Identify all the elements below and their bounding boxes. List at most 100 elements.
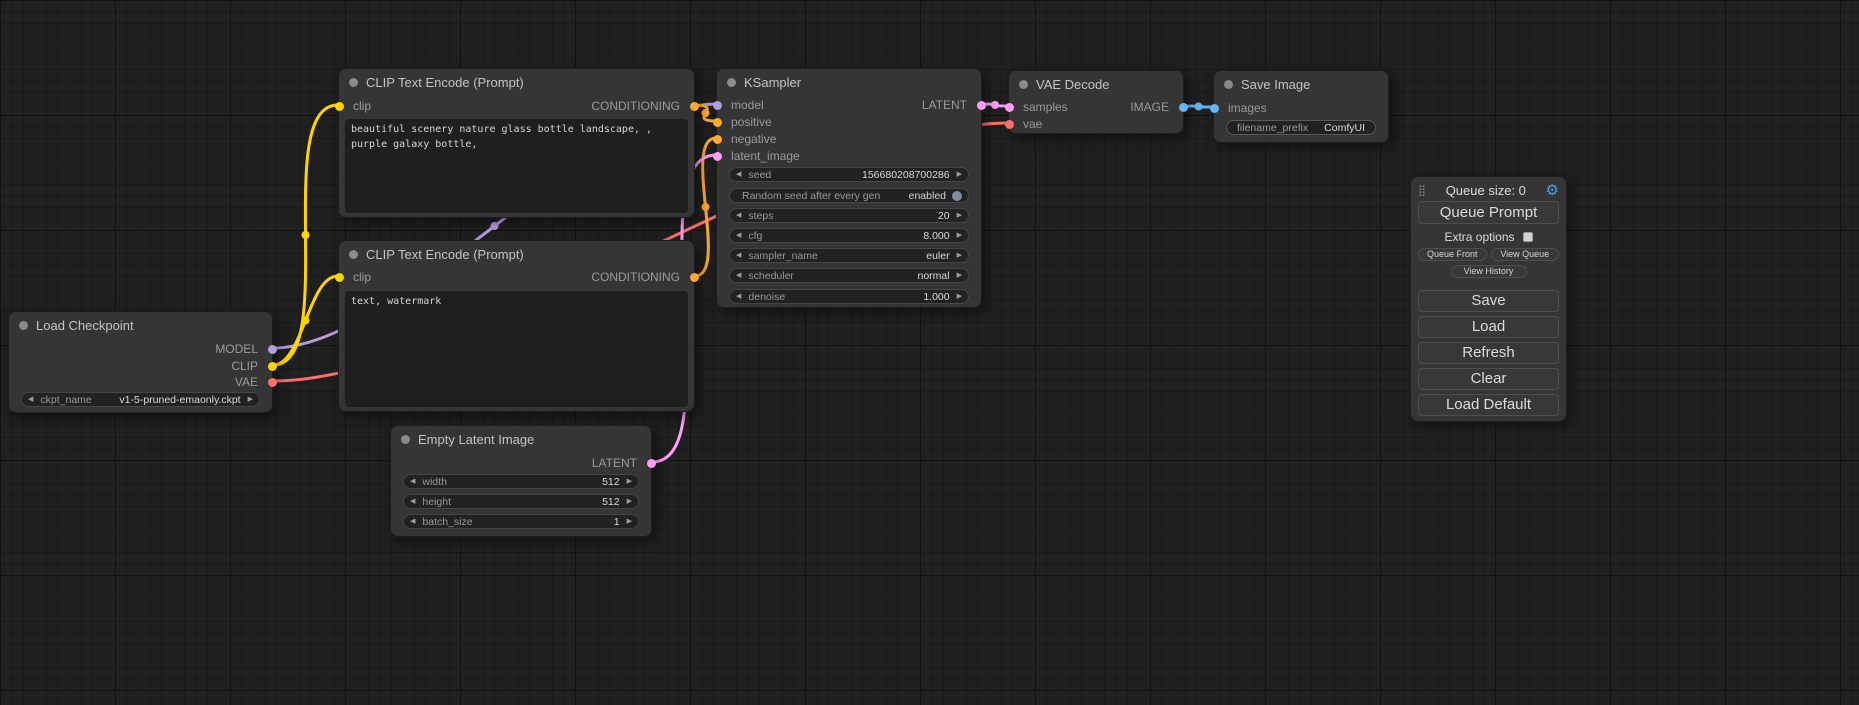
prompt-textarea[interactable]: beautiful scenery nature glass bottle la… (345, 119, 688, 213)
queue-panel: ⣿ Queue size: 0 ⚙ Queue Prompt Extra opt… (1410, 176, 1567, 422)
node-ksampler[interactable]: KSampler model positive negative latent_… (716, 68, 982, 308)
widget-value: 512 (451, 496, 620, 508)
extra-options-checkbox[interactable] (1523, 232, 1533, 242)
clear-button[interactable]: Clear (1418, 368, 1559, 390)
widget-width[interactable]: ◀ width 512 ▶ (403, 474, 639, 489)
increment-arrow-icon[interactable]: ▶ (627, 515, 632, 528)
save-button[interactable]: Save (1418, 290, 1559, 312)
input-port-vae[interactable] (1005, 120, 1014, 129)
widget-random-seed-toggle[interactable]: Random seed after every gen enabled (729, 188, 969, 203)
widget-sampler-name[interactable]: ◀ sampler_name euler ▶ (729, 248, 969, 263)
widget-scheduler[interactable]: ◀ scheduler normal ▶ (729, 268, 969, 283)
view-history-button[interactable]: View History (1451, 265, 1527, 278)
widget-cfg[interactable]: ◀ cfg 8.000 ▶ (729, 228, 969, 243)
settings-gear-icon[interactable]: ⚙ (1546, 183, 1559, 198)
output-port-image[interactable] (1179, 103, 1188, 112)
output-port-clip[interactable] (268, 362, 277, 371)
input-label: negative (731, 132, 776, 146)
increment-arrow-icon[interactable]: ▶ (957, 209, 962, 222)
increment-arrow-icon[interactable]: ▶ (627, 495, 632, 508)
prompt-textarea[interactable]: text, watermark (345, 291, 688, 407)
node-title-bar[interactable]: Empty Latent Image (391, 426, 651, 452)
collapse-dot-icon[interactable] (349, 250, 358, 259)
input-port-clip[interactable] (335, 273, 344, 282)
input-port-images[interactable] (1210, 104, 1219, 113)
increment-arrow-icon[interactable]: ▶ (957, 249, 962, 262)
widget-height[interactable]: ◀ height 512 ▶ (403, 494, 639, 509)
widget-filename-prefix[interactable]: filename_prefix ComfyUI (1226, 120, 1376, 135)
output-slot-conditioning: CONDITIONING (591, 98, 694, 114)
decrement-arrow-icon[interactable]: ◀ (736, 249, 741, 262)
widget-batch-size[interactable]: ◀ batch_size 1 ▶ (403, 514, 639, 529)
decrement-arrow-icon[interactable]: ◀ (736, 229, 741, 242)
collapse-dot-icon[interactable] (1019, 80, 1028, 89)
output-port-vae[interactable] (268, 378, 277, 387)
queue-prompt-button[interactable]: Queue Prompt (1418, 201, 1559, 224)
collapse-dot-icon[interactable] (1224, 80, 1233, 89)
decrement-arrow-icon[interactable]: ◀ (736, 290, 741, 303)
decrement-arrow-icon[interactable]: ◀ (736, 168, 741, 181)
input-port-samples[interactable] (1005, 103, 1014, 112)
output-port-latent[interactable] (977, 101, 986, 110)
widget-denoise[interactable]: ◀ denoise 1.000 ▶ (729, 289, 969, 304)
collapse-dot-icon[interactable] (727, 78, 736, 87)
node-title-bar[interactable]: CLIP Text Encode (Prompt) (339, 241, 694, 267)
increment-arrow-icon[interactable]: ▶ (957, 168, 962, 181)
widget-label: Random seed after every gen (742, 190, 909, 202)
decrement-arrow-icon[interactable]: ◀ (410, 475, 415, 488)
load-default-button[interactable]: Load Default (1418, 394, 1559, 416)
decrement-arrow-icon[interactable]: ◀ (410, 515, 415, 528)
input-port-negative[interactable] (713, 135, 722, 144)
load-button[interactable]: Load (1418, 316, 1559, 338)
widget-seed[interactable]: ◀ seed 156680208700286 ▶ (729, 167, 969, 182)
node-title-bar[interactable]: Save Image (1214, 71, 1388, 97)
increment-arrow-icon[interactable]: ▶ (248, 393, 253, 406)
increment-arrow-icon[interactable]: ▶ (627, 475, 632, 488)
decrement-arrow-icon[interactable]: ◀ (736, 269, 741, 282)
node-title-bar[interactable]: Load Checkpoint (9, 312, 272, 338)
view-queue-button[interactable]: View Queue (1491, 248, 1560, 261)
input-label: positive (731, 115, 772, 129)
node-title: Save Image (1241, 77, 1310, 92)
output-label: MODEL (215, 342, 258, 356)
widget-ckpt-name[interactable]: ◀ ckpt_name v1-5-pruned-emaonly.ckpt ▶ (21, 392, 260, 407)
widget-value: euler (818, 250, 950, 262)
decrement-arrow-icon[interactable]: ◀ (410, 495, 415, 508)
toggle-knob-icon[interactable] (952, 191, 962, 201)
widget-steps[interactable]: ◀ steps 20 ▶ (729, 208, 969, 223)
node-clip-text-encode-negative[interactable]: CLIP Text Encode (Prompt) clip CONDITION… (338, 240, 695, 412)
collapse-dot-icon[interactable] (349, 78, 358, 87)
node-title: KSampler (744, 75, 801, 90)
node-vae-decode[interactable]: VAE Decode samples vae IMAGE (1008, 70, 1184, 134)
node-title: CLIP Text Encode (Prompt) (366, 247, 524, 262)
output-port-conditioning[interactable] (690, 273, 699, 282)
node-clip-text-encode-positive[interactable]: CLIP Text Encode (Prompt) clip CONDITION… (338, 68, 695, 218)
node-title-bar[interactable]: CLIP Text Encode (Prompt) (339, 69, 694, 95)
input-port-positive[interactable] (713, 118, 722, 127)
decrement-arrow-icon[interactable]: ◀ (28, 393, 33, 406)
output-port-model[interactable] (268, 345, 277, 354)
increment-arrow-icon[interactable]: ▶ (957, 229, 962, 242)
widget-label: denoise (748, 291, 785, 303)
input-port-model[interactable] (713, 101, 722, 110)
collapse-dot-icon[interactable] (401, 435, 410, 444)
increment-arrow-icon[interactable]: ▶ (957, 290, 962, 303)
refresh-button[interactable]: Refresh (1418, 342, 1559, 364)
node-save-image[interactable]: Save Image images filename_prefix ComfyU… (1213, 70, 1389, 143)
queue-front-button[interactable]: Queue Front (1418, 248, 1487, 261)
widget-value: v1-5-pruned-emaonly.ckpt (92, 394, 241, 406)
node-title-bar[interactable]: VAE Decode (1009, 71, 1183, 97)
increment-arrow-icon[interactable]: ▶ (957, 269, 962, 282)
node-title: VAE Decode (1036, 77, 1109, 92)
collapse-dot-icon[interactable] (19, 321, 28, 330)
decrement-arrow-icon[interactable]: ◀ (736, 209, 741, 222)
input-port-latent-image[interactable] (713, 152, 722, 161)
input-port-clip[interactable] (335, 102, 344, 111)
node-load-checkpoint[interactable]: Load Checkpoint MODEL CLIP VAE ◀ ckpt_na… (8, 311, 273, 413)
output-port-conditioning[interactable] (690, 102, 699, 111)
widget-value: 512 (447, 476, 620, 488)
node-title-bar[interactable]: KSampler (717, 69, 981, 95)
drag-handle-icon[interactable]: ⣿ (1418, 184, 1426, 197)
node-empty-latent-image[interactable]: Empty Latent Image LATENT ◀ width 512 ▶ … (390, 425, 652, 537)
output-port-latent[interactable] (647, 459, 656, 468)
